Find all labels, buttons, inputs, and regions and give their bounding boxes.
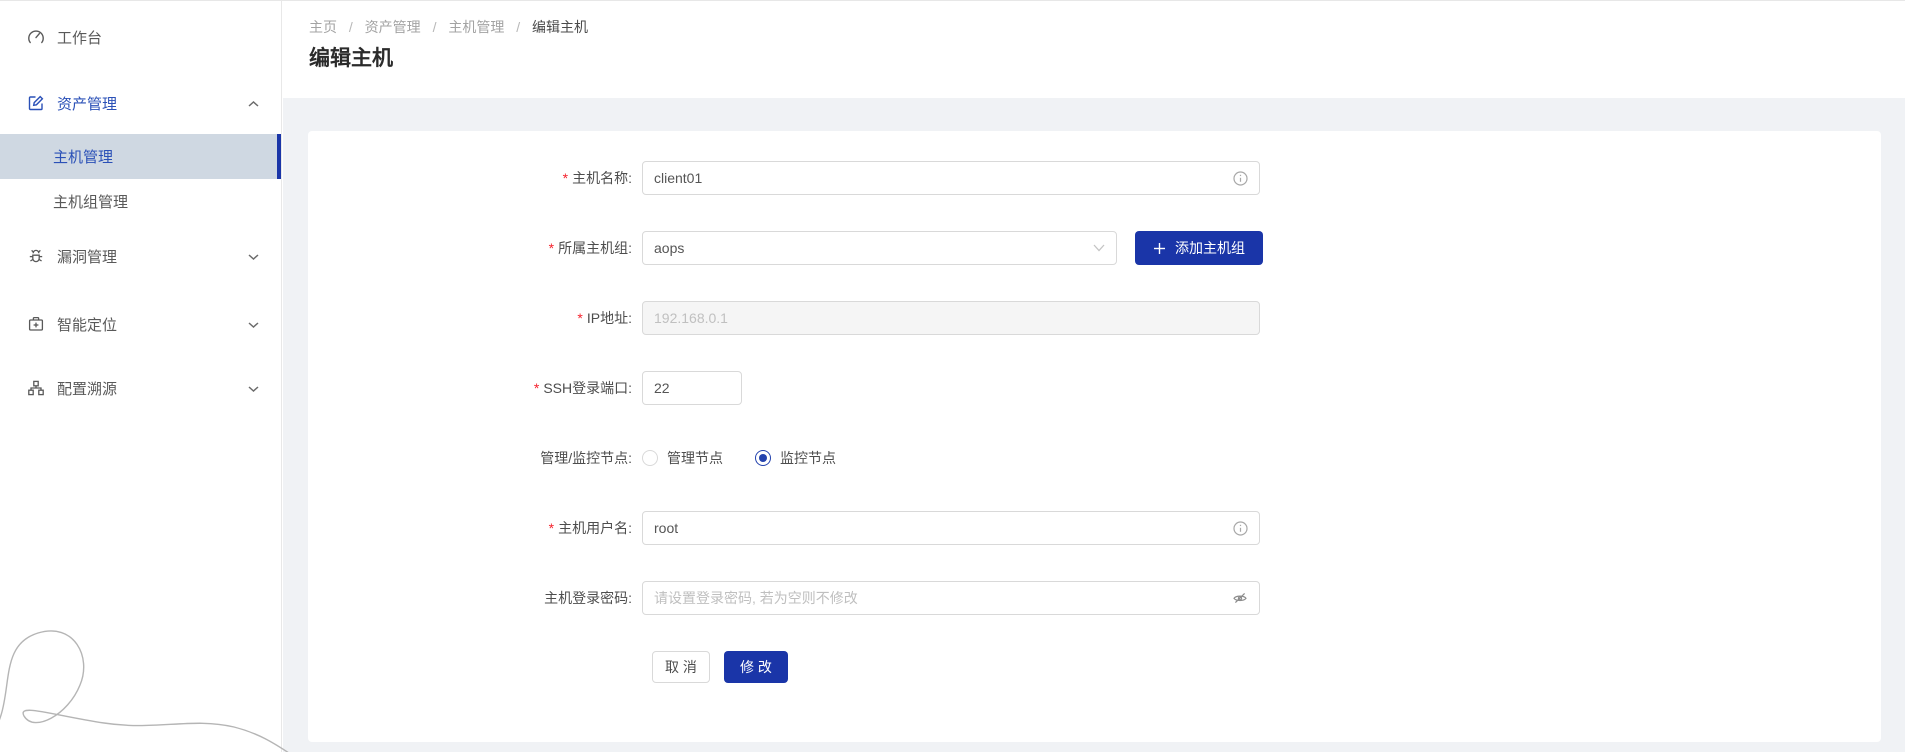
decorative-squiggle bbox=[0, 619, 290, 752]
submit-modify-button[interactable]: 修 改 bbox=[724, 651, 788, 683]
content-area: *主机名称: *所属主机组: bbox=[283, 98, 1905, 752]
sidebar-item-label: 工作台 bbox=[57, 27, 102, 48]
field-label: *所属主机组: bbox=[308, 238, 642, 258]
sidebar-item-intelligent-location[interactable]: 智能定位 bbox=[0, 304, 281, 344]
sidebar-item-config-tracing[interactable]: 配置溯源 bbox=[0, 368, 281, 408]
cancel-button[interactable]: 取 消 bbox=[652, 651, 710, 683]
chevron-down-icon bbox=[248, 380, 259, 397]
sidebar-item-label: 主机管理 bbox=[53, 146, 113, 167]
host-username-input[interactable] bbox=[654, 520, 1225, 536]
radio-monitor-node[interactable]: 监控节点 bbox=[755, 448, 836, 468]
edit-host-form-card: *主机名称: *所属主机组: bbox=[308, 131, 1881, 742]
required-marker: * bbox=[534, 380, 539, 396]
field-label: *主机用户名: bbox=[308, 518, 642, 538]
chevron-down-icon bbox=[248, 248, 259, 265]
sidebar-item-vulnerability[interactable]: 漏洞管理 bbox=[0, 236, 281, 276]
medicine-box-icon bbox=[27, 315, 45, 333]
host-password-field-wrap bbox=[642, 581, 1260, 615]
app-window: 工作台 资产管理 主机管理 主机组管理 bbox=[0, 0, 1905, 752]
info-circle-icon bbox=[1233, 521, 1248, 536]
plus-icon bbox=[1153, 242, 1166, 255]
form-row-host-group: *所属主机组: aops 添加主机组 bbox=[308, 231, 1881, 265]
host-name-input[interactable] bbox=[654, 170, 1225, 186]
sidebar: 工作台 资产管理 主机管理 主机组管理 bbox=[0, 1, 282, 752]
required-marker: * bbox=[549, 240, 554, 256]
breadcrumb-home[interactable]: 主页 bbox=[309, 19, 337, 35]
sidebar-subitem-host-management[interactable]: 主机管理 bbox=[0, 134, 281, 179]
breadcrumb-host-management[interactable]: 主机管理 bbox=[448, 19, 504, 35]
sidebar-item-assets[interactable]: 资产管理 bbox=[0, 83, 281, 123]
form-actions: 取 消 修 改 bbox=[652, 651, 1881, 683]
breadcrumb-separator: / bbox=[349, 19, 353, 35]
sidebar-item-label: 配置溯源 bbox=[57, 378, 117, 399]
host-username-field-wrap bbox=[642, 511, 1260, 545]
node-type-radio-group: 管理节点 监控节点 bbox=[642, 448, 868, 468]
ip-address-field-wrap bbox=[642, 301, 1260, 335]
host-group-select[interactable]: aops bbox=[642, 231, 1117, 265]
host-group-selected-value: aops bbox=[654, 240, 684, 256]
eye-invisible-icon[interactable] bbox=[1232, 590, 1248, 606]
info-circle-icon bbox=[1233, 171, 1248, 186]
bug-icon bbox=[27, 247, 45, 265]
page-title: 编辑主机 bbox=[309, 42, 393, 72]
form-row-ip-address: *IP地址: bbox=[308, 301, 1881, 335]
breadcrumb-assets[interactable]: 资产管理 bbox=[365, 19, 421, 35]
radio-circle-icon bbox=[642, 450, 658, 466]
sidebar-subitem-hostgroup-management[interactable]: 主机组管理 bbox=[0, 179, 281, 224]
chevron-up-icon bbox=[248, 95, 259, 112]
form-row-host-username: *主机用户名: bbox=[308, 511, 1881, 545]
required-marker: * bbox=[577, 310, 582, 326]
ip-address-input bbox=[654, 310, 1248, 326]
host-password-input[interactable] bbox=[654, 590, 1224, 606]
breadcrumb: 主页 / 资产管理 / 主机管理 / 编辑主机 bbox=[309, 17, 588, 37]
form-row-host-name: *主机名称: bbox=[308, 161, 1881, 195]
sidebar-item-label: 主机组管理 bbox=[53, 191, 128, 212]
add-host-group-button[interactable]: 添加主机组 bbox=[1135, 231, 1263, 265]
add-host-group-label: 添加主机组 bbox=[1175, 238, 1245, 258]
radio-label: 监控节点 bbox=[780, 448, 836, 468]
form-edit-icon bbox=[27, 94, 45, 112]
breadcrumb-separator: / bbox=[516, 19, 520, 35]
dashboard-icon bbox=[27, 28, 45, 46]
sidebar-item-label: 智能定位 bbox=[57, 314, 117, 335]
select-chevron-down-icon bbox=[1093, 244, 1105, 252]
form-row-ssh-port: *SSH登录端口: bbox=[308, 371, 1881, 405]
page-header: 主页 / 资产管理 / 主机管理 / 编辑主机 编辑主机 bbox=[283, 1, 1905, 98]
sidebar-item-label: 资产管理 bbox=[57, 93, 117, 114]
form-row-host-password: 主机登录密码: bbox=[308, 581, 1881, 615]
field-label: *IP地址: bbox=[308, 308, 642, 328]
radio-circle-icon bbox=[755, 450, 771, 466]
ssh-port-field-wrap bbox=[642, 371, 742, 405]
field-label: 主机登录密码: bbox=[308, 588, 642, 608]
field-label: *主机名称: bbox=[308, 168, 642, 188]
breadcrumb-separator: / bbox=[433, 19, 437, 35]
field-label: 管理/监控节点: bbox=[308, 448, 642, 468]
breadcrumb-current: 编辑主机 bbox=[532, 19, 588, 35]
sidebar-item-label: 漏洞管理 bbox=[57, 246, 117, 267]
ssh-port-input[interactable] bbox=[654, 380, 835, 396]
field-label: *SSH登录端口: bbox=[308, 378, 642, 398]
chevron-down-icon bbox=[248, 316, 259, 333]
radio-label: 管理节点 bbox=[667, 448, 723, 468]
form-row-node-type: 管理/监控节点: 管理节点 监控节点 bbox=[308, 441, 1881, 475]
sidebar-item-workbench[interactable]: 工作台 bbox=[0, 17, 281, 57]
apartment-icon bbox=[27, 379, 45, 397]
active-indicator-bar bbox=[277, 134, 281, 179]
host-name-field-wrap bbox=[642, 161, 1260, 195]
required-marker: * bbox=[563, 170, 568, 186]
required-marker: * bbox=[549, 520, 554, 536]
radio-management-node[interactable]: 管理节点 bbox=[642, 448, 723, 468]
